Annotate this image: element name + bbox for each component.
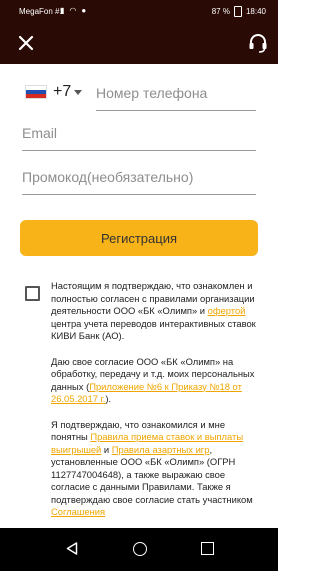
headset-icon[interactable] <box>246 31 270 55</box>
home-icon[interactable] <box>133 542 147 556</box>
back-icon[interactable] <box>66 542 78 555</box>
battery-label: 87 % <box>211 7 230 16</box>
system-nav-bar <box>0 528 278 571</box>
status-icons: ▮ ◠ ● <box>60 6 86 15</box>
app-bar <box>0 24 278 64</box>
terms-text: Настоящим я подтверждаю, что ознакомлен … <box>51 280 256 528</box>
recent-apps-icon[interactable] <box>201 542 214 555</box>
signal-icon: ▮ <box>60 6 65 15</box>
time-label: 18:40 <box>245 7 266 16</box>
terms-paragraph-1: Настоящим я подтверждаю, что ознакомлен … <box>51 280 256 341</box>
offer-link[interactable]: офертой <box>208 305 246 316</box>
phone-input[interactable] <box>96 80 256 111</box>
terms-paragraph-3: Я подтверждаю, что ознакомился и мне пон… <box>51 418 253 518</box>
notification-icon: ● <box>81 6 87 15</box>
status-bar: MegaFon #1 ▮ ◠ ● 87 % 18:40 <box>0 0 278 24</box>
chevron-down-icon[interactable] <box>74 90 82 95</box>
terms-checkbox[interactable] <box>25 286 40 301</box>
promo-code-field[interactable] <box>22 164 256 195</box>
wifi-icon: ◠ <box>69 6 77 15</box>
russia-flag-icon[interactable] <box>25 85 47 99</box>
status-right: 87 % 18:40 <box>212 6 266 17</box>
phone-row: +7 <box>22 80 256 111</box>
agreement-link[interactable]: Соглашения <box>51 506 105 517</box>
carrier-label: MegaFon #1 <box>19 7 64 16</box>
close-icon[interactable] <box>14 31 38 55</box>
terms-paragraph-2: Даю свое согласие ООО «БК «Олимп» на обр… <box>51 355 255 405</box>
battery-icon <box>233 6 242 17</box>
register-button[interactable]: Регистрация <box>20 220 258 256</box>
country-code[interactable]: +7 <box>53 83 71 101</box>
gambling-rules-link[interactable]: Правила азартных игр <box>112 444 210 455</box>
email-field[interactable] <box>22 120 256 151</box>
